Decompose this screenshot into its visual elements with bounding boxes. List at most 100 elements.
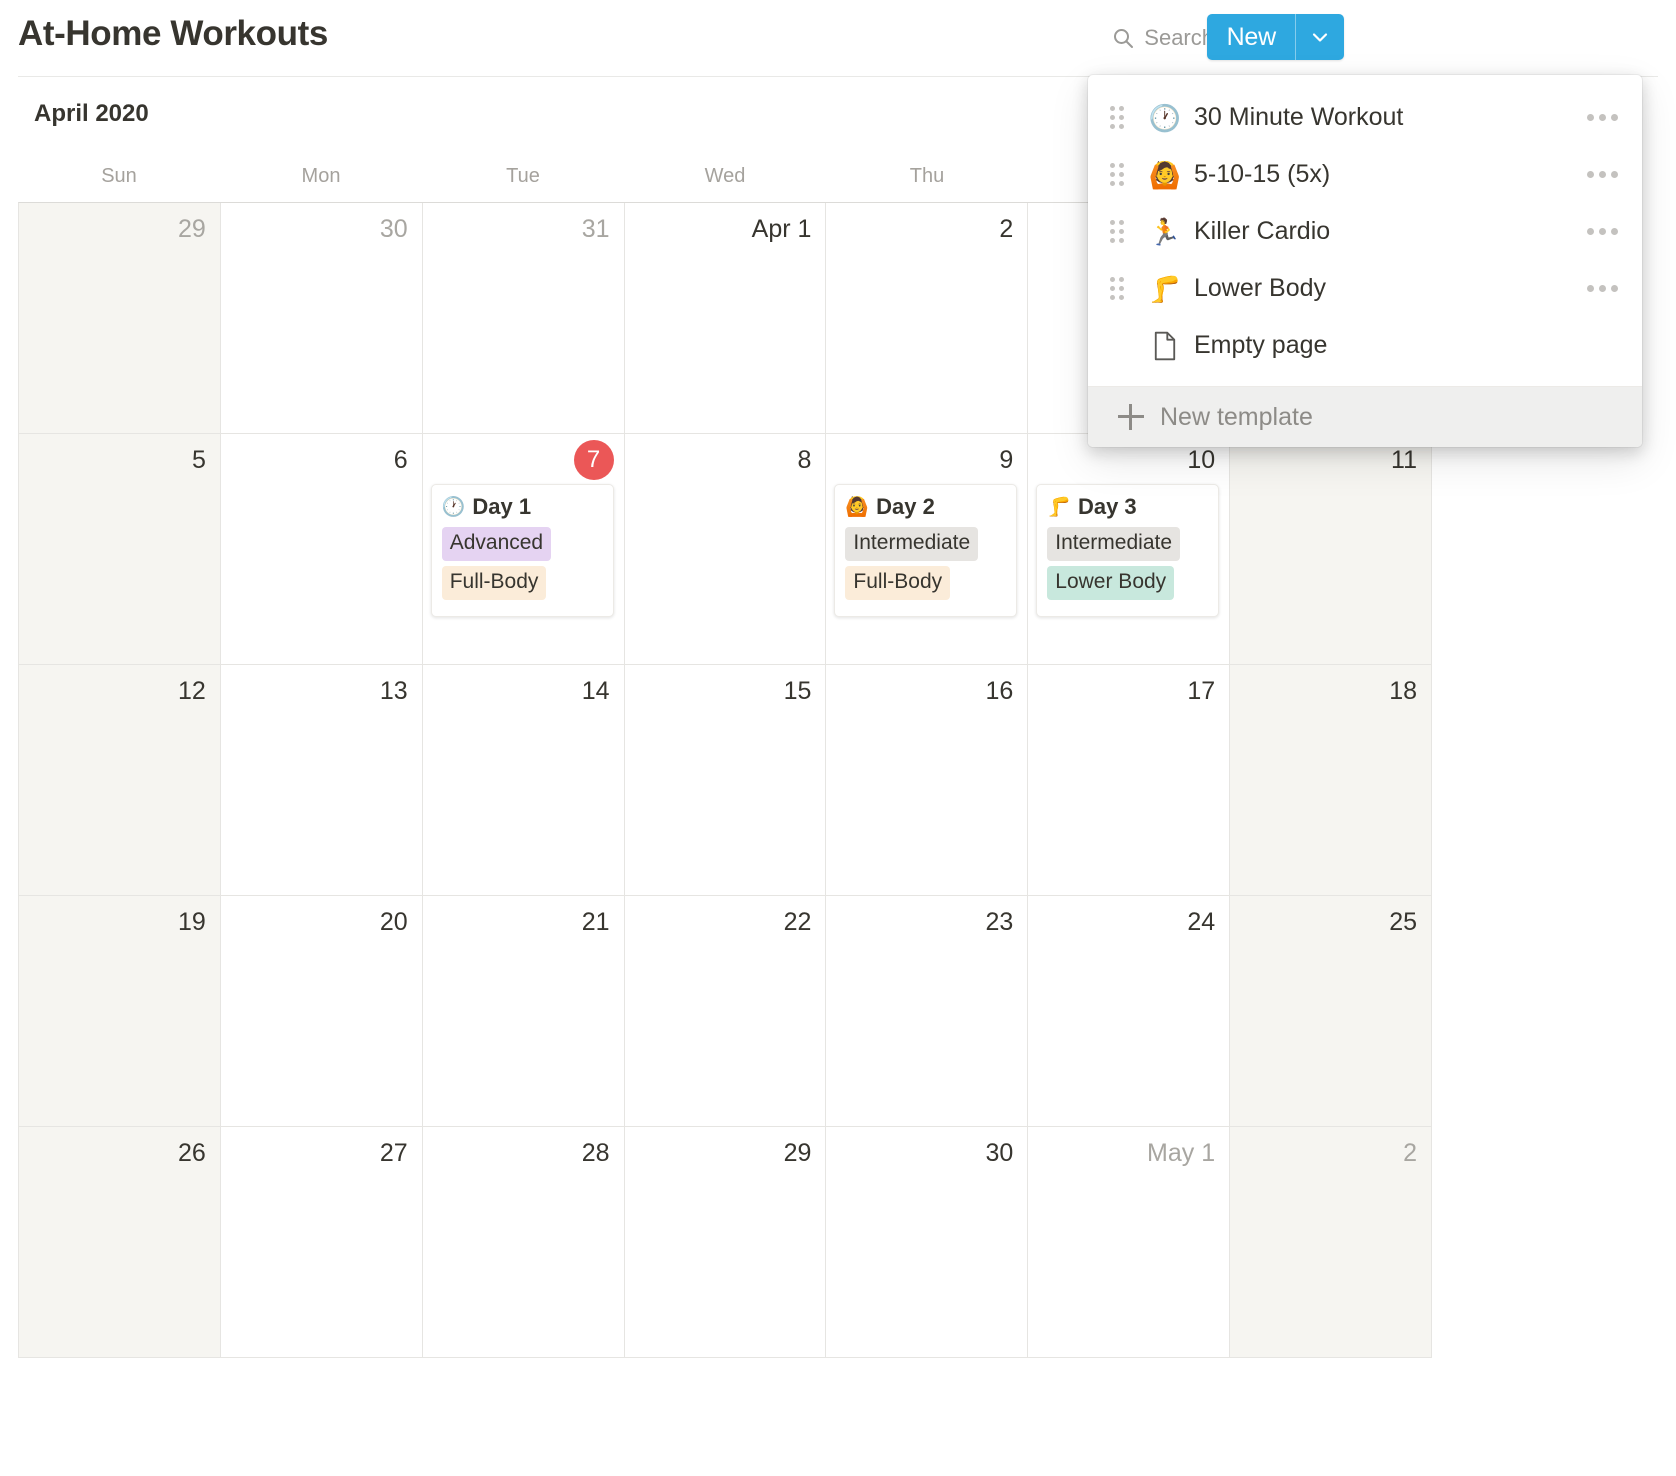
plus-icon	[1118, 404, 1144, 430]
day-number: 11	[1391, 446, 1417, 474]
calendar-day-cell[interactable]: 18	[1230, 665, 1432, 896]
drag-handle-icon[interactable]	[1110, 162, 1128, 187]
day-of-week-mon: Mon	[301, 164, 341, 187]
new-button[interactable]: New	[1207, 14, 1296, 60]
event-title-row: 🕐 Day 1	[442, 494, 603, 520]
event-card[interactable]: 🙆 Day 2 Intermediate Full-Body	[834, 484, 1018, 617]
day-number: 24	[1187, 908, 1216, 936]
ellipsis-icon-dot	[1611, 285, 1618, 292]
calendar-day-cell[interactable]: 26	[19, 1127, 221, 1358]
ellipsis-icon-dot	[1599, 171, 1606, 178]
day-number: 16	[985, 677, 1014, 705]
day-number: 14	[581, 677, 610, 705]
calendar-day-cell[interactable]: 17	[1028, 665, 1231, 896]
calendar-day-cell[interactable]: 31	[422, 203, 625, 434]
calendar-day-cell[interactable]: 5	[19, 434, 221, 665]
day-number: 31	[581, 215, 610, 243]
template-menu-item[interactable]: 🏃 Killer Cardio	[1088, 203, 1642, 260]
calendar-day-cell[interactable]: 12	[19, 665, 221, 896]
calendar-day-cell[interactable]: 29	[19, 203, 221, 434]
day-number: 20	[379, 908, 408, 936]
calendar-day-cell[interactable]: 20	[220, 896, 423, 1127]
calendar-day-cell[interactable]: 29	[624, 1127, 827, 1358]
calendar-day-cell[interactable]: 22	[624, 896, 827, 1127]
template-menu-item[interactable]: Empty page	[1088, 317, 1642, 374]
ellipsis-icon-dot	[1587, 228, 1594, 235]
calendar-day-cell[interactable]: 8	[624, 434, 827, 665]
clock-icon: 🕐	[1148, 102, 1182, 133]
day-number: 30	[985, 1139, 1014, 1167]
event-card[interactable]: 🕐 Day 1 Advanced Full-Body	[430, 484, 614, 617]
template-item-label: 30 Minute Workout	[1194, 103, 1404, 131]
chevron-down-icon	[1308, 25, 1332, 49]
calendar-day-cell[interactable]: 14	[422, 665, 625, 896]
day-number: 17	[1187, 677, 1216, 705]
event-title-row: 🙆 Day 2	[845, 494, 1006, 520]
search-button[interactable]: Search	[1103, 21, 1222, 55]
today-badge: 7	[573, 440, 614, 480]
event-tag: Intermediate	[845, 527, 979, 561]
template-item-more-button[interactable]	[1583, 165, 1622, 184]
new-dropdown-toggle[interactable]	[1296, 14, 1344, 60]
calendar-day-cell[interactable]: 7 🕐 Day 1 Advanced Full-Body	[422, 434, 625, 665]
calendar-day-cell[interactable]: 27	[220, 1127, 423, 1358]
day-of-week-thu: Thu	[909, 164, 945, 187]
template-item-more-button[interactable]	[1583, 222, 1622, 241]
calendar-day-cell[interactable]: 23	[826, 896, 1029, 1127]
calendar-day-cell[interactable]: 10 🦵 Day 3 Intermediate Lower Body	[1028, 434, 1231, 665]
new-template-label: New template	[1160, 402, 1313, 431]
drag-handle-icon[interactable]	[1110, 219, 1128, 244]
template-item-label: Empty page	[1194, 331, 1328, 359]
month-label: April 2020	[34, 100, 149, 127]
ellipsis-icon-dot	[1599, 285, 1606, 292]
day-number: Apr 1	[751, 215, 812, 243]
calendar-day-cell[interactable]: 28	[422, 1127, 625, 1358]
ellipsis-icon-dot	[1587, 171, 1594, 178]
day-number: 19	[178, 908, 206, 936]
event-list: 🙆 Day 2 Intermediate Full-Body	[834, 484, 1018, 617]
day-number: 10	[1187, 446, 1216, 474]
template-item-label: Lower Body	[1194, 274, 1327, 302]
day-of-week-tue: Tue	[506, 164, 540, 187]
calendar-day-cell[interactable]: 13	[220, 665, 423, 896]
template-item-label: Killer Cardio	[1194, 217, 1331, 245]
template-item-more-button[interactable]	[1583, 108, 1622, 127]
calendar-day-cell[interactable]: 9 🙆 Day 2 Intermediate Full-Body	[826, 434, 1029, 665]
leg-icon: 🦵	[1148, 273, 1182, 304]
calendar-day-cell[interactable]: 30	[826, 1127, 1029, 1358]
calendar-day-cell[interactable]: Apr 1	[624, 203, 827, 434]
calendar-day-cell[interactable]: 2	[826, 203, 1029, 434]
drag-handle-icon[interactable]	[1110, 276, 1128, 301]
ellipsis-icon-dot	[1611, 228, 1618, 235]
day-number-wrapper: 7	[431, 440, 614, 480]
template-menu-item[interactable]: 🦵 Lower Body	[1088, 260, 1642, 317]
day-number: 25	[1389, 908, 1417, 936]
calendar-day-cell[interactable]: 25	[1230, 896, 1432, 1127]
calendar-day-cell[interactable]: 2	[1230, 1127, 1432, 1358]
day-number: 6	[393, 446, 408, 474]
calendar-day-cell[interactable]: May 1	[1028, 1127, 1231, 1358]
day-number: 27	[379, 1139, 408, 1167]
search-label: Search	[1144, 25, 1214, 50]
calendar-day-cell[interactable]: 6	[220, 434, 423, 665]
day-number: 2	[999, 215, 1014, 243]
template-menu-item[interactable]: 🙆 5-10-15 (5x)	[1088, 146, 1642, 203]
calendar-day-cell[interactable]: 21	[422, 896, 625, 1127]
calendar-day-cell[interactable]: 30	[220, 203, 423, 434]
calendar-day-cell[interactable]: 19	[19, 896, 221, 1127]
template-list: 🕐 30 Minute Workout 🙆 5-10-15 (5x) 🏃 Killer C…	[1088, 75, 1642, 386]
template-item-more-button[interactable]	[1583, 279, 1622, 298]
new-template-button[interactable]: New template	[1088, 387, 1642, 447]
calendar-day-cell[interactable]: 15	[624, 665, 827, 896]
day-of-week-sun: Sun	[101, 164, 137, 187]
template-menu-item[interactable]: 🕐 30 Minute Workout	[1088, 89, 1642, 146]
drag-handle-icon[interactable]	[1110, 105, 1128, 130]
calendar-day-cell[interactable]: 11	[1230, 434, 1432, 665]
person-gesturing-ok-icon: 🙆	[845, 496, 870, 518]
day-number: 2	[1403, 1139, 1417, 1167]
day-number: 21	[581, 908, 610, 936]
event-card[interactable]: 🦵 Day 3 Intermediate Lower Body	[1036, 484, 1220, 617]
calendar-day-cell[interactable]: 24	[1028, 896, 1231, 1127]
calendar-day-cell[interactable]: 16	[826, 665, 1029, 896]
template-item-label: 5-10-15 (5x)	[1194, 160, 1331, 188]
